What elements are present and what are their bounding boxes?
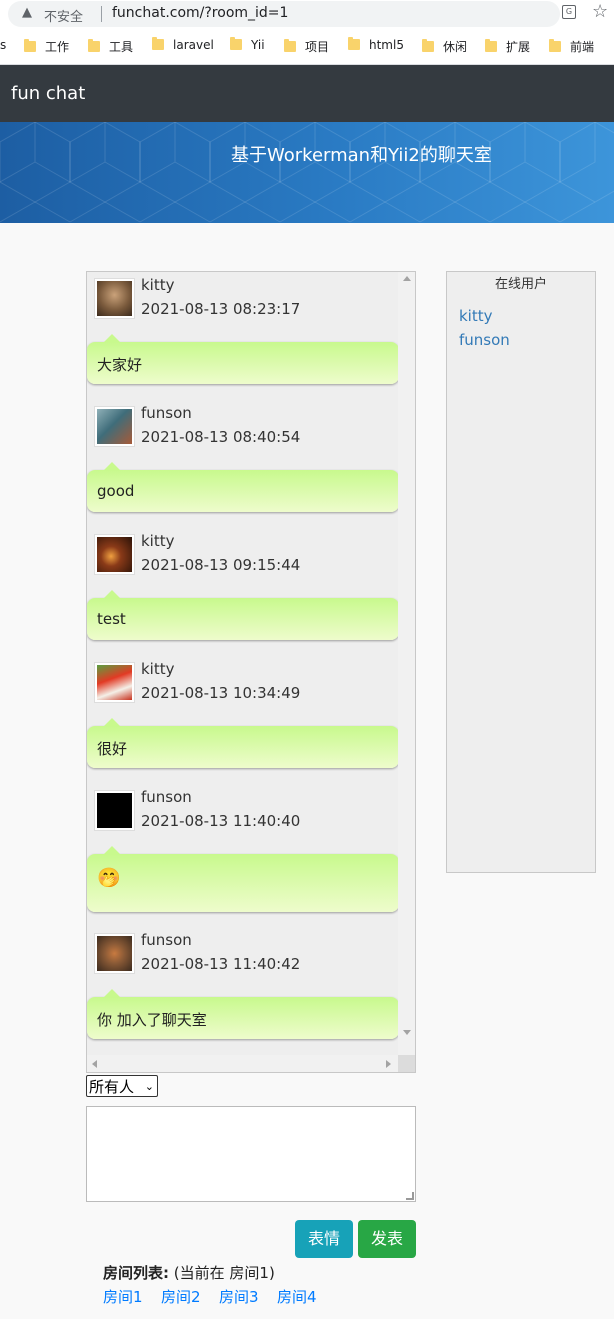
online-users-title: 在线用户 bbox=[494, 277, 547, 292]
current-room-text: (当前在 房间1) bbox=[173, 1264, 275, 1282]
bookmark-label: s bbox=[0, 38, 7, 52]
avatar-image bbox=[97, 936, 132, 971]
bookmark-folder[interactable]: 工作 bbox=[24, 38, 69, 56]
message-bubble: 大家好 bbox=[87, 334, 399, 384]
hex-pattern-background bbox=[0, 122, 614, 223]
bookmark-item[interactable]: s bbox=[0, 38, 6, 56]
scroll-right-icon[interactable] bbox=[386, 1060, 391, 1068]
bookmark-folder[interactable]: 项目 bbox=[284, 38, 329, 56]
scroll-left-icon[interactable] bbox=[92, 1060, 97, 1068]
bookmark-star-icon[interactable]: ☆ bbox=[592, 1, 608, 22]
message-timestamp: 2021-08-13 10:34:49 bbox=[141, 684, 301, 702]
folder-icon bbox=[152, 37, 164, 50]
message-username: funson bbox=[141, 931, 192, 949]
bookmark-label: 工具 bbox=[109, 40, 134, 54]
bookmark-label: laravel bbox=[173, 38, 214, 52]
scroll-up-icon[interactable] bbox=[403, 276, 411, 281]
bookmark-folder[interactable]: 扩展 bbox=[485, 38, 530, 56]
bookmark-folder[interactable]: 休闲 bbox=[422, 38, 467, 56]
message-timestamp: 2021-08-13 11:40:40 bbox=[141, 812, 301, 830]
folder-icon bbox=[24, 39, 36, 52]
horizontal-scrollbar[interactable] bbox=[87, 1055, 399, 1072]
address-divider bbox=[101, 6, 102, 22]
bookmark-folder[interactable]: Yii bbox=[230, 37, 265, 56]
message-textarea[interactable] bbox=[86, 1106, 416, 1202]
translate-icon[interactable]: G bbox=[562, 5, 576, 19]
avatar-image bbox=[97, 537, 132, 572]
folder-icon bbox=[88, 39, 100, 52]
message-username: kitty bbox=[141, 276, 175, 294]
resize-grip-icon[interactable] bbox=[406, 1192, 414, 1200]
page-title: 基于Workerman和Yii2的聊天室 bbox=[231, 145, 492, 166]
bookmark-label: html5 bbox=[369, 38, 404, 52]
online-user-link[interactable]: kitty bbox=[459, 307, 493, 325]
bookmarks-bar: s 工作 工具 laravel Yii 项目 html5 休闲 扩展 前端 bbox=[0, 28, 614, 65]
folder-icon bbox=[549, 39, 561, 52]
message-timestamp: 2021-08-13 08:23:17 bbox=[141, 300, 301, 318]
address-bar[interactable]: ▲ 不安全 funchat.com/?room_id=1 bbox=[8, 1, 560, 27]
bookmark-label: 工作 bbox=[45, 40, 70, 54]
room-list-header: 房间列表: (当前在 房间1) bbox=[103, 1262, 275, 1283]
browser-toolbar: ▲ 不安全 funchat.com/?room_id=1 G ☆ bbox=[0, 0, 614, 28]
bookmark-label: 休闲 bbox=[443, 40, 468, 54]
send-button[interactable]: 发表 bbox=[358, 1220, 416, 1258]
message-bubble: good bbox=[87, 462, 399, 512]
bookmark-folder[interactable]: laravel bbox=[152, 37, 214, 56]
navbar: fun chat bbox=[0, 65, 614, 122]
warning-icon[interactable]: ▲ bbox=[22, 5, 32, 20]
scrollbar-corner bbox=[398, 1055, 415, 1072]
bookmark-label: 前端 bbox=[570, 40, 595, 54]
bookmark-folder[interactable]: 工具 bbox=[88, 38, 133, 56]
bookmark-label: 扩展 bbox=[506, 40, 531, 54]
avatar bbox=[94, 662, 135, 703]
online-user-link[interactable]: funson bbox=[459, 331, 510, 349]
bookmark-label: 项目 bbox=[305, 40, 330, 54]
room-link-2[interactable]: 房间2 bbox=[161, 1286, 201, 1307]
message-username: funson bbox=[141, 788, 192, 806]
folder-icon bbox=[348, 37, 360, 50]
message-timestamp: 2021-08-13 09:15:44 bbox=[141, 556, 301, 574]
folder-icon bbox=[422, 39, 434, 52]
recipient-select[interactable]: 所有人 ⌄ bbox=[86, 1075, 158, 1097]
folder-icon bbox=[485, 39, 497, 52]
message-timestamp: 2021-08-13 08:40:54 bbox=[141, 428, 301, 446]
room-list-label: 房间列表: bbox=[103, 1264, 169, 1282]
room-link-1[interactable]: 房间1 bbox=[103, 1286, 143, 1307]
recipient-select-value: 所有人 bbox=[89, 1078, 135, 1096]
avatar-image bbox=[97, 665, 132, 700]
message-bubble: 🤭 bbox=[87, 846, 399, 912]
chevron-down-icon: ⌄ bbox=[144, 1080, 154, 1093]
chat-message-list[interactable]: kitty 2021-08-13 08:23:17 大家好 funson 202… bbox=[86, 271, 416, 1073]
bookmark-label: Yii bbox=[251, 38, 265, 52]
hero-banner: 基于Workerman和Yii2的聊天室 bbox=[0, 122, 614, 223]
avatar-image bbox=[97, 409, 132, 444]
online-users-panel: 在线用户 kitty funson bbox=[446, 271, 596, 873]
security-label[interactable]: 不安全 bbox=[44, 6, 83, 25]
url-text[interactable]: funchat.com/?room_id=1 bbox=[112, 5, 288, 21]
avatar bbox=[94, 278, 135, 319]
brand-link[interactable]: fun chat bbox=[11, 83, 85, 104]
message-bubble: 你 加入了聊天室 bbox=[87, 989, 399, 1039]
scroll-down-icon[interactable] bbox=[403, 1030, 411, 1035]
room-link-3[interactable]: 房间3 bbox=[219, 1286, 259, 1307]
avatar-image bbox=[97, 793, 132, 828]
message-timestamp: 2021-08-13 11:40:42 bbox=[141, 955, 301, 973]
message-username: funson bbox=[141, 404, 192, 422]
avatar bbox=[94, 406, 135, 447]
message-bubble: test bbox=[87, 590, 399, 640]
vertical-scrollbar[interactable] bbox=[398, 272, 415, 1057]
message-bubble: 很好 bbox=[87, 718, 399, 768]
message-username: kitty bbox=[141, 532, 175, 550]
avatar bbox=[94, 534, 135, 575]
folder-icon bbox=[230, 37, 242, 50]
avatar bbox=[94, 790, 135, 831]
avatar bbox=[94, 933, 135, 974]
bookmark-folder[interactable]: html5 bbox=[348, 37, 404, 56]
avatar-image bbox=[97, 281, 132, 316]
message-username: kitty bbox=[141, 660, 175, 678]
room-link-4[interactable]: 房间4 bbox=[277, 1286, 317, 1307]
bookmark-folder[interactable]: 前端 bbox=[549, 38, 594, 56]
emoji-button[interactable]: 表情 bbox=[295, 1220, 353, 1258]
folder-icon bbox=[284, 39, 296, 52]
